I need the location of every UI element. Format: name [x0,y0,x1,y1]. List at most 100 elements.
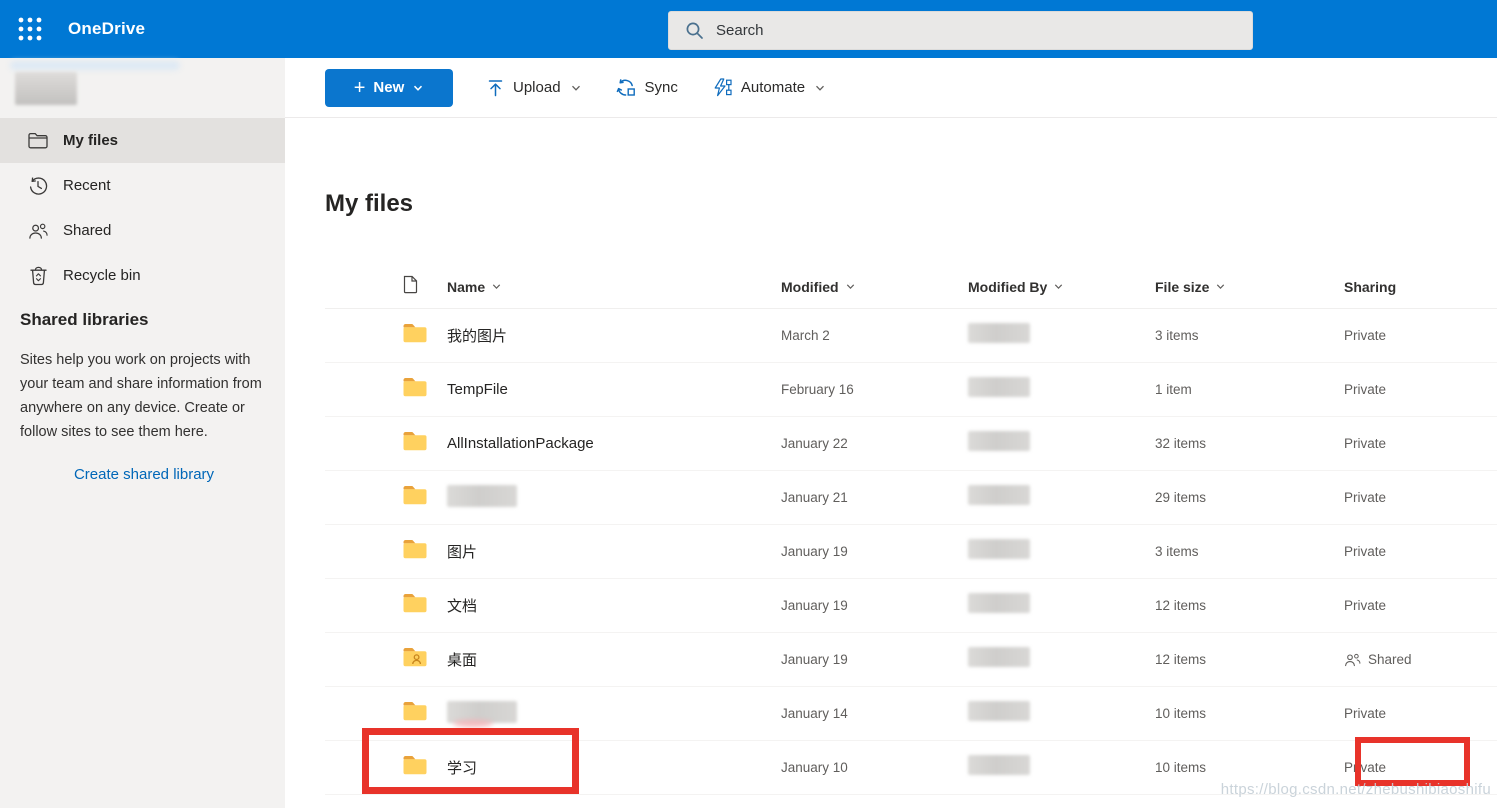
redacted-modified-by [968,431,1030,451]
table-row[interactable]: 我的图片 March 2 3 items Private [325,309,1497,363]
shared-libraries-description: Sites help you work on projects with you… [20,352,262,440]
table-row[interactable]: AllInstallationPackage January 22 32 ite… [325,417,1497,471]
search-input[interactable] [716,22,1196,39]
redacted-modified-by [968,539,1030,559]
sharing-status: Private [1344,436,1387,451]
shared-libraries-heading: Shared libraries [20,310,149,329]
history-icon [28,176,48,196]
sharing-status: Private [1344,490,1387,505]
redacted-modified-by [968,701,1030,721]
plus-icon: + [353,76,366,99]
chevron-down-icon [414,85,423,91]
redacted-modified-by [968,485,1030,505]
chevron-down-icon [493,284,501,290]
redacted-user-name [15,72,77,105]
sidebar-item-recycle-bin[interactable]: Recycle bin [0,253,285,298]
folder-icon [28,131,48,151]
sidebar-item-my-files[interactable]: My files [0,118,285,163]
redacted-file-name [447,484,517,507]
sharing-status: Shared [1368,652,1412,667]
upload-label: Upload [513,79,561,96]
file-size: 12 items [1155,652,1207,667]
folder-icon [403,378,427,401]
modified-date: January 19 [781,598,848,613]
folder-icon [403,648,427,671]
main-content: My files Name Modified Modified By File … [285,118,1497,808]
command-bar: + New Upload Sync Automate [285,58,1497,118]
sidebar-item-label: Recycle bin [63,267,141,284]
table-row[interactable]: 文档 January 19 12 items Private [325,579,1497,633]
automate-icon [714,78,732,97]
modified-date: February 16 [781,382,854,397]
file-name: 我的图片 [447,328,508,345]
sidebar-nav: My files Recent Shared Recycle bin [0,118,285,298]
file-name: 图片 [447,544,478,561]
shared-libraries-section: Shared libraries Sites help you work on … [20,310,268,483]
table-row[interactable]: TempFile February 16 1 item Private [325,363,1497,417]
file-size: 3 items [1155,328,1199,343]
column-header-sharing[interactable]: Sharing [1344,279,1497,295]
trash-icon [28,266,48,286]
file-name: AllInstallationPackage [447,435,594,452]
suite-header: OneDrive [0,0,1497,58]
table-row[interactable]: 桌面 January 19 12 items Shared [325,633,1497,687]
redacted-modified-by [968,755,1030,775]
new-button[interactable]: + New [325,68,453,107]
file-size: 10 items [1155,760,1207,775]
file-size: 10 items [1155,706,1207,721]
folder-icon [403,756,427,779]
page-title: My files [325,190,414,217]
sync-button[interactable]: Sync [616,78,678,97]
sidebar-item-recent[interactable]: Recent [0,163,285,208]
sidebar-item-label: My files [63,132,119,149]
file-size: 1 item [1155,382,1192,397]
sharing-status: Private [1344,760,1387,775]
people-icon [1345,653,1361,666]
document-type-column-icon[interactable] [403,275,418,299]
column-header-modified[interactable]: Modified [781,279,968,295]
search-icon [686,22,703,39]
modified-date: January 14 [781,706,848,721]
sidebar-item-label: Recent [63,177,111,194]
upload-button[interactable]: Upload [487,79,582,97]
modified-date: March 2 [781,328,830,343]
sharing-status: Private [1344,382,1387,397]
file-rows: 我的图片 March 2 3 items Private TempFile Fe… [325,309,1497,795]
search-box[interactable] [668,11,1253,50]
automate-label: Automate [740,79,806,96]
chevron-down-icon [571,85,580,91]
folder-icon [403,594,427,617]
modified-date: January 19 [781,544,848,559]
sharing-status: Private [1344,328,1387,343]
column-header-modified-by[interactable]: Modified By [968,279,1155,295]
column-header-file-size[interactable]: File size [1155,279,1344,295]
redacted-modified-by [968,377,1030,397]
redacted-modified-by [968,593,1030,613]
table-row[interactable]: January 14 10 items Private [325,687,1497,741]
chevron-down-icon [1217,284,1225,290]
table-row[interactable]: 图片 January 19 3 items Private [325,525,1497,579]
app-title[interactable]: OneDrive [68,19,145,39]
sharing-status: Private [1344,598,1387,613]
redacted-modified-by [968,323,1030,343]
create-shared-library-link[interactable]: Create shared library [20,466,268,483]
sync-label: Sync [644,79,678,96]
chevron-down-icon [816,85,825,91]
app-launcher-waffle-icon[interactable] [17,16,43,42]
sharing-status: Private [1344,544,1387,559]
sidebar-item-shared[interactable]: Shared [0,208,285,253]
chevron-down-icon [846,284,854,290]
table-row[interactable]: 学习 January 10 10 items Private [325,741,1497,795]
redacted-file-name [447,700,517,723]
folder-icon [403,486,427,509]
column-header-name[interactable]: Name [447,279,781,295]
file-size: 12 items [1155,598,1207,613]
sidebar: My files Recent Shared Recycle bin Share… [0,58,285,808]
modified-date: January 22 [781,436,848,451]
automate-button[interactable]: Automate [712,78,826,97]
folder-icon [403,702,427,725]
people-icon [28,221,48,241]
table-row[interactable]: January 21 29 items Private [325,471,1497,525]
file-name: 学习 [447,760,478,777]
sidebar-item-label: Shared [63,222,112,239]
